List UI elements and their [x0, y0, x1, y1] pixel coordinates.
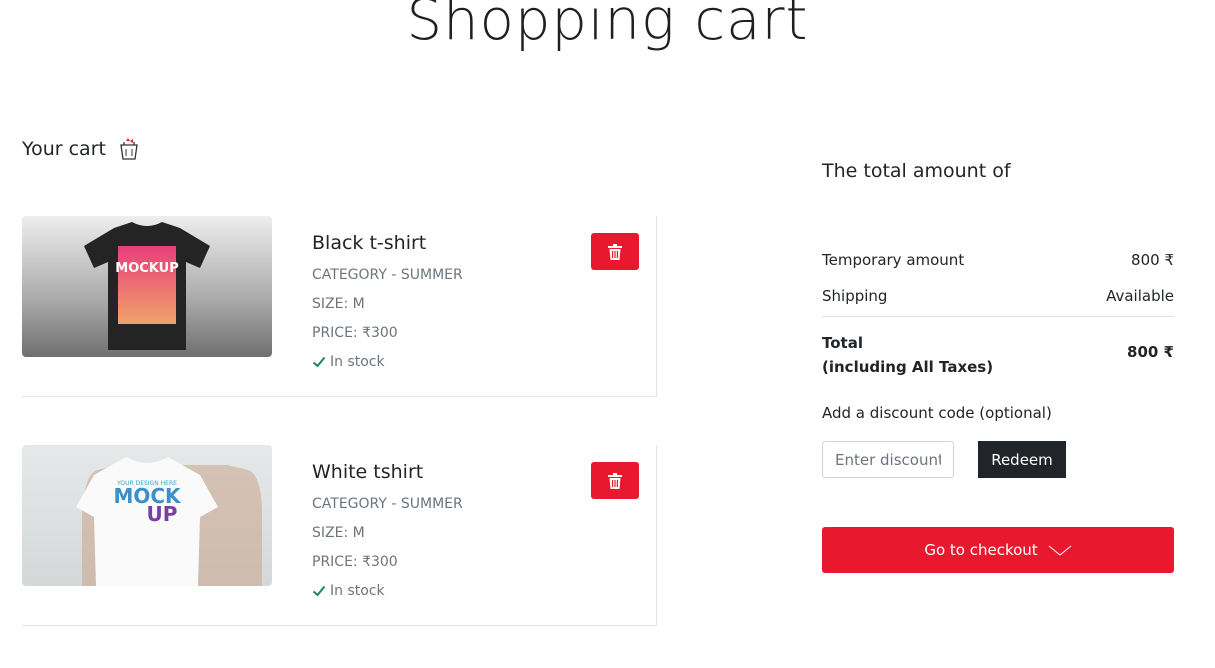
temporary-amount-row: Temporary amount 800 ₹	[822, 251, 1174, 269]
checkout-label: Go to checkout	[924, 541, 1038, 559]
product-image[interactable]: YOUR DESIGN HERE MOCK UP	[22, 445, 272, 586]
trash-icon	[608, 243, 622, 260]
shipping-value: Available	[1106, 287, 1174, 305]
product-image-text: UP	[147, 502, 178, 526]
item-category: CATEGORY - SUMMER	[312, 496, 463, 512]
cart-item: MOCKUP Black t-shirt CATEGORY - SUMMER S…	[22, 216, 657, 397]
total-value: 800 ₹	[1127, 343, 1174, 361]
shipping-label: Shipping	[822, 287, 888, 305]
temporary-amount-label: Temporary amount	[822, 251, 965, 269]
item-name: Black t-shirt	[312, 232, 427, 254]
item-price: PRICE: ₹300	[312, 554, 398, 570]
item-price: PRICE: ₹300	[312, 325, 398, 341]
shopping-bag-icon	[118, 137, 140, 161]
item-category: CATEGORY - SUMMER	[312, 267, 463, 283]
summary-divider	[822, 316, 1174, 317]
cart-heading: Your cart	[22, 137, 140, 161]
checkout-button[interactable]: Go to checkout	[822, 527, 1174, 573]
temporary-amount-value: 800 ₹	[1131, 251, 1174, 269]
delete-item-button[interactable]	[591, 233, 639, 270]
stock-status: In stock	[312, 583, 385, 599]
cart-heading-label: Your cart	[22, 138, 106, 160]
item-size: SIZE: M	[312, 296, 365, 312]
stock-status: In stock	[312, 354, 385, 370]
product-image-text: MOCKUP	[115, 261, 178, 276]
stock-label: In stock	[330, 583, 385, 599]
shipping-row: Shipping Available	[822, 287, 1174, 305]
cart-item: YOUR DESIGN HERE MOCK UP White tshirt CA…	[22, 445, 657, 626]
redeem-button[interactable]: Redeem	[978, 441, 1066, 478]
stock-label: In stock	[330, 354, 385, 370]
page-title: Shopping cart	[406, 0, 809, 53]
check-icon	[312, 585, 326, 597]
item-name: White tshirt	[312, 461, 424, 483]
discount-code-input[interactable]	[822, 441, 954, 478]
delete-item-button[interactable]	[591, 462, 639, 499]
item-size: SIZE: M	[312, 525, 365, 541]
check-icon	[312, 356, 326, 368]
summary-title: The total amount of	[822, 160, 1011, 182]
discount-label: Add a discount code (optional)	[822, 404, 1052, 422]
chevron-down-icon	[1048, 545, 1071, 556]
product-image[interactable]: MOCKUP	[22, 216, 272, 357]
trash-icon	[608, 472, 622, 489]
